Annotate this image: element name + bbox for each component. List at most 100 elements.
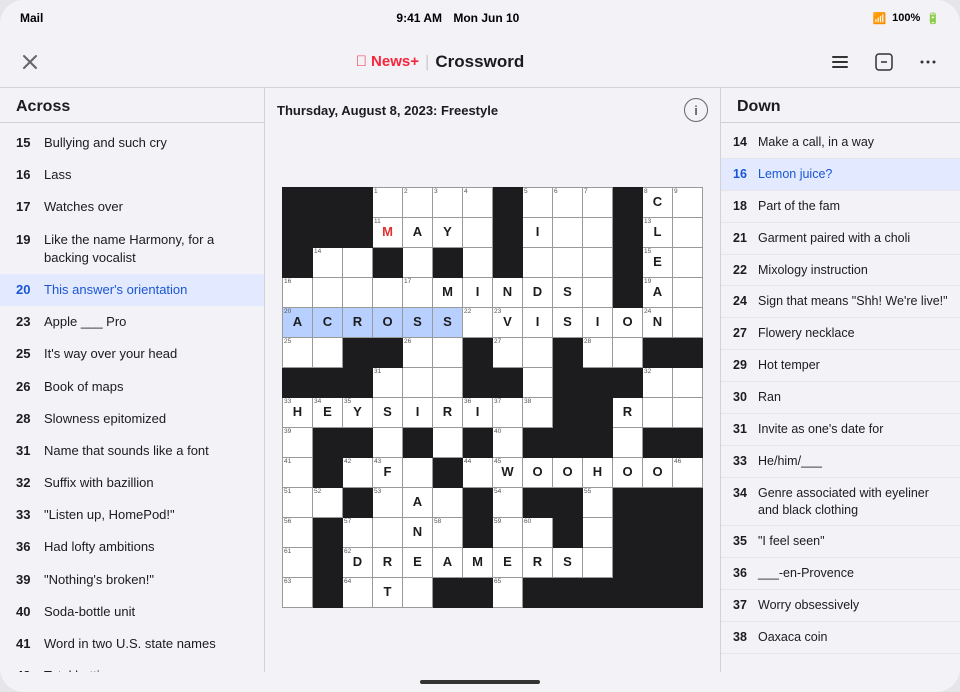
- grid-cell[interactable]: [583, 517, 613, 547]
- grid-cell[interactable]: [463, 247, 493, 277]
- grid-cell[interactable]: A: [403, 487, 433, 517]
- across-clue-item[interactable]: 40Soda-bottle unit: [0, 596, 264, 628]
- grid-cell[interactable]: S: [433, 307, 463, 337]
- across-clue-item[interactable]: 36Had lofty ambitions: [0, 531, 264, 563]
- close-button[interactable]: [16, 48, 44, 76]
- grid-cell[interactable]: [403, 367, 433, 397]
- grid-cell[interactable]: 41: [283, 457, 313, 487]
- grid-cell[interactable]: 57: [343, 517, 373, 547]
- grid-cell[interactable]: 52: [313, 487, 343, 517]
- grid-cell[interactable]: 25: [283, 337, 313, 367]
- grid-cell[interactable]: R: [613, 397, 643, 427]
- grid-cell[interactable]: 60: [523, 517, 553, 547]
- across-clue-item[interactable]: 31Name that sounds like a font: [0, 435, 264, 467]
- grid-cell[interactable]: [313, 277, 343, 307]
- grid-cell[interactable]: 28: [583, 337, 613, 367]
- grid-cell[interactable]: 42: [343, 457, 373, 487]
- grid-cell[interactable]: [403, 247, 433, 277]
- grid-cell[interactable]: O: [523, 457, 553, 487]
- grid-cell[interactable]: N: [493, 277, 523, 307]
- grid-cell[interactable]: 37: [493, 397, 523, 427]
- grid-cell[interactable]: 43F: [373, 457, 403, 487]
- down-clue-item[interactable]: 31Invite as one's date for: [721, 414, 960, 446]
- grid-cell[interactable]: 32: [643, 367, 673, 397]
- grid-cell[interactable]: 4: [463, 187, 493, 217]
- down-clue-item[interactable]: 38Oaxaca coin: [721, 622, 960, 654]
- grid-cell[interactable]: 34E: [313, 397, 343, 427]
- down-clue-item[interactable]: 36___-en-Provence: [721, 558, 960, 590]
- grid-cell[interactable]: D: [523, 277, 553, 307]
- list-view-button[interactable]: [824, 46, 856, 78]
- person-button[interactable]: [868, 46, 900, 78]
- grid-cell[interactable]: [613, 337, 643, 367]
- grid-cell[interactable]: I: [583, 307, 613, 337]
- across-clue-item[interactable]: 39"Nothing's broken!": [0, 564, 264, 596]
- grid-cell[interactable]: O: [643, 457, 673, 487]
- grid-cell[interactable]: 64: [343, 577, 373, 607]
- grid-cell[interactable]: 40: [493, 427, 523, 457]
- grid-cell[interactable]: 26: [403, 337, 433, 367]
- down-clue-item[interactable]: 37Worry obsessively: [721, 590, 960, 622]
- grid-cell[interactable]: [673, 307, 703, 337]
- grid-cell[interactable]: 22: [463, 307, 493, 337]
- grid-cell[interactable]: 53: [373, 487, 403, 517]
- more-button[interactable]: [912, 46, 944, 78]
- grid-cell[interactable]: 51: [283, 487, 313, 517]
- grid-cell[interactable]: [673, 277, 703, 307]
- grid-cell[interactable]: [403, 457, 433, 487]
- grid-cell[interactable]: 38: [523, 397, 553, 427]
- grid-cell[interactable]: [583, 247, 613, 277]
- grid-cell[interactable]: 2: [403, 187, 433, 217]
- down-clue-item[interactable]: 16Lemon juice?: [721, 159, 960, 191]
- grid-cell[interactable]: [433, 427, 463, 457]
- grid-cell[interactable]: N: [403, 517, 433, 547]
- grid-cell[interactable]: 16: [283, 277, 313, 307]
- grid-cell[interactable]: 31: [373, 367, 403, 397]
- grid-cell[interactable]: 45W: [493, 457, 523, 487]
- grid-cell[interactable]: 23V: [493, 307, 523, 337]
- grid-cell[interactable]: 58: [433, 517, 463, 547]
- grid-cell[interactable]: O: [613, 457, 643, 487]
- grid-cell[interactable]: S: [553, 547, 583, 577]
- grid-cell[interactable]: 3: [433, 187, 463, 217]
- across-clue-item[interactable]: 33"Listen up, HomePod!": [0, 499, 264, 531]
- grid-cell[interactable]: 20A: [283, 307, 313, 337]
- across-clue-item[interactable]: 23Apple ___ Pro: [0, 306, 264, 338]
- grid-cell[interactable]: 11M: [373, 217, 403, 247]
- crossword-grid[interactable]: 12345678C911MAYI13L1415E1617MINDS19A20AC…: [277, 132, 708, 662]
- grid-cell[interactable]: O: [373, 307, 403, 337]
- grid-cell[interactable]: [583, 277, 613, 307]
- grid-cell[interactable]: S: [373, 397, 403, 427]
- grid-cell[interactable]: [373, 517, 403, 547]
- grid-cell[interactable]: 36I: [463, 397, 493, 427]
- grid-cell[interactable]: 63: [283, 577, 313, 607]
- grid-cell[interactable]: I: [523, 217, 553, 247]
- grid-cell[interactable]: 46: [673, 457, 703, 487]
- grid-cell[interactable]: [673, 247, 703, 277]
- grid-cell[interactable]: 14: [313, 247, 343, 277]
- grid-cell[interactable]: [613, 427, 643, 457]
- across-clue-item[interactable]: 41Word in two U.S. state names: [0, 628, 264, 660]
- across-clue-item[interactable]: 28Slowness epitomized: [0, 403, 264, 435]
- down-clue-item[interactable]: 34Genre associated with eyeliner and bla…: [721, 478, 960, 527]
- grid-cell[interactable]: [373, 427, 403, 457]
- grid-cell[interactable]: 8C: [643, 187, 673, 217]
- across-clue-item[interactable]: 19Like the name Harmony, for a backing v…: [0, 224, 264, 274]
- grid-cell[interactable]: [523, 367, 553, 397]
- grid-cell[interactable]: M: [433, 277, 463, 307]
- grid-cell[interactable]: 5: [523, 187, 553, 217]
- grid-cell[interactable]: T: [373, 577, 403, 607]
- across-clue-item[interactable]: 15Bullying and such cry: [0, 127, 264, 159]
- grid-cell[interactable]: Y: [433, 217, 463, 247]
- grid-cell[interactable]: 33H: [283, 397, 313, 427]
- across-clue-item[interactable]: 43Total hotties: [0, 660, 264, 672]
- grid-cell[interactable]: [553, 217, 583, 247]
- grid-cell[interactable]: I: [463, 277, 493, 307]
- grid-cell[interactable]: [583, 547, 613, 577]
- grid-cell[interactable]: H: [583, 457, 613, 487]
- grid-cell[interactable]: I: [523, 307, 553, 337]
- down-clue-item[interactable]: 22Mixology instruction: [721, 255, 960, 287]
- grid-cell[interactable]: 44: [463, 457, 493, 487]
- grid-cell[interactable]: [373, 277, 403, 307]
- grid-cell[interactable]: 62D: [343, 547, 373, 577]
